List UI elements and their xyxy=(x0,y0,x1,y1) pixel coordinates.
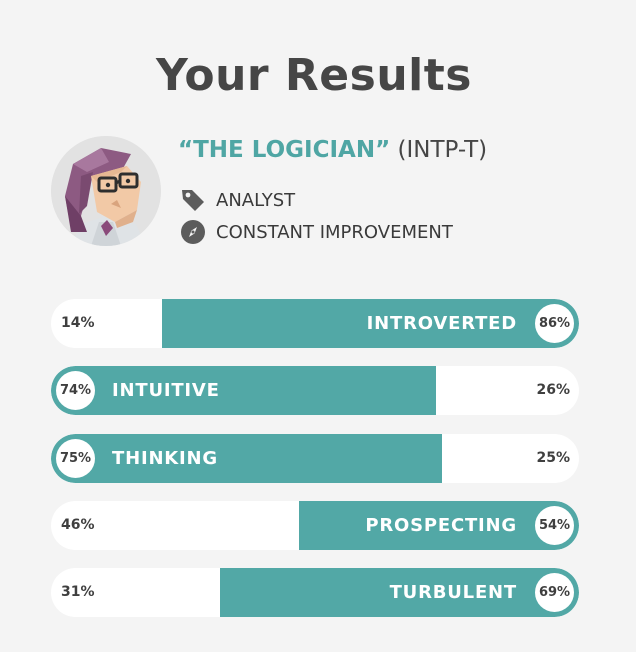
scale-dominant-percent: 69% xyxy=(535,573,574,612)
scale-label: PROSPECTING xyxy=(365,515,517,536)
scale-other-percent: 26% xyxy=(536,382,570,398)
scale-label: THINKING xyxy=(112,448,218,469)
scale-label: INTUITIVE xyxy=(112,380,220,401)
scale-label: INTROVERTED xyxy=(366,313,517,334)
compass-icon xyxy=(181,220,205,244)
scale-bar-turbulent: 31% TURBULENT 69% xyxy=(51,568,579,617)
scale-fill xyxy=(51,366,437,415)
logician-avatar-icon xyxy=(51,136,161,246)
page-title: Your Results xyxy=(156,50,472,101)
scale-bar-intuitive: 74% INTUITIVE 26% xyxy=(51,366,579,415)
scale-bar-thinking: 75% THINKING 25% xyxy=(51,434,579,483)
type-code: (INTP-T) xyxy=(397,137,488,163)
scale-dominant-percent: 86% xyxy=(535,304,574,343)
scale-bar-prospecting: 46% PROSPECTING 54% xyxy=(51,501,579,550)
scale-other-percent: 14% xyxy=(61,315,95,331)
scale-other-percent: 46% xyxy=(61,517,95,533)
trait-strategy-label: CONSTANT IMPROVEMENT xyxy=(216,221,453,243)
scale-dominant-percent: 75% xyxy=(56,439,95,478)
type-name: “THE LOGICIAN” xyxy=(178,137,391,163)
scale-other-percent: 25% xyxy=(536,450,570,466)
tag-icon xyxy=(182,190,204,211)
personality-type: “THE LOGICIAN” (INTP-T) xyxy=(178,137,487,163)
trait-strategy: CONSTANT IMPROVEMENT xyxy=(180,219,453,245)
logician-avatar xyxy=(51,136,161,246)
trait-role-label: ANALYST xyxy=(216,189,296,211)
scale-other-percent: 31% xyxy=(61,584,95,600)
trait-role: ANALYST xyxy=(180,187,295,213)
scale-bar-introverted: 14% INTROVERTED 86% xyxy=(51,299,579,348)
scale-label: TURBULENT xyxy=(389,582,517,603)
scale-dominant-percent: 74% xyxy=(56,371,95,410)
scale-fill xyxy=(51,434,442,483)
scale-dominant-percent: 54% xyxy=(535,506,574,545)
